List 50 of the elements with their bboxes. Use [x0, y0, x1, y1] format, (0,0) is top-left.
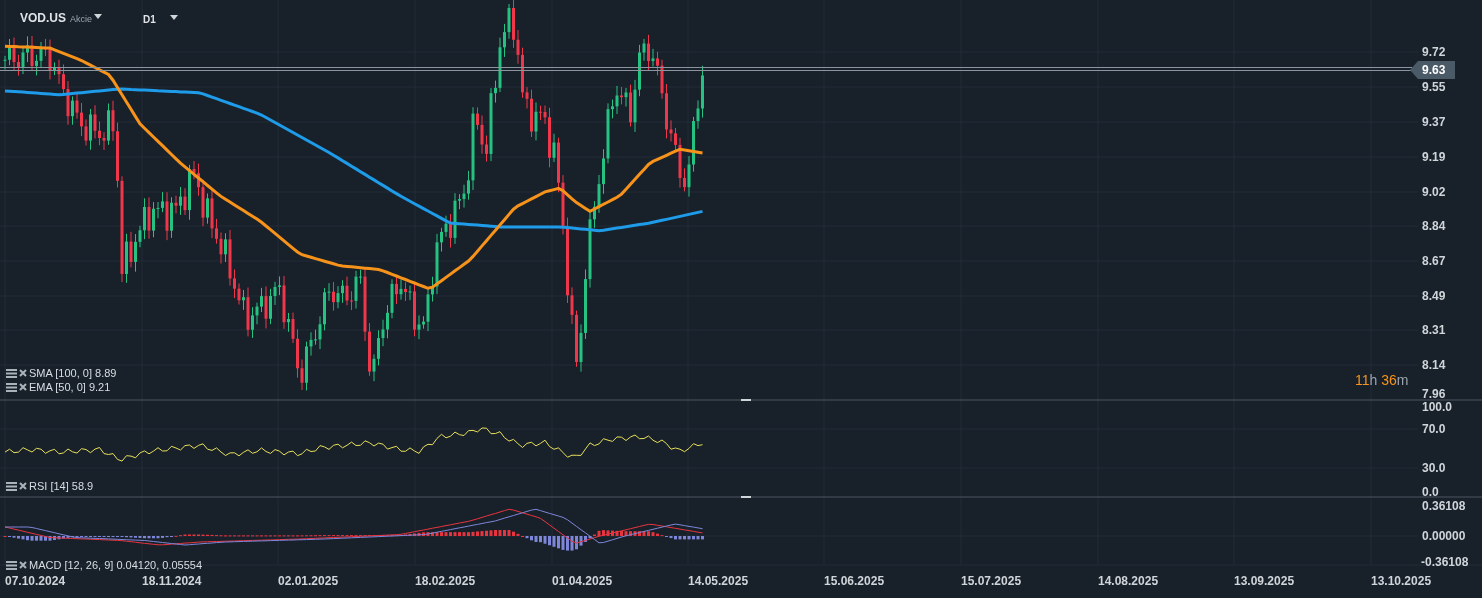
rsi-axis-label: 70.0	[1422, 422, 1446, 436]
symbol-type: Akcie	[70, 14, 93, 24]
date-axis-label: 15.06.2025	[824, 574, 885, 588]
price-axis-label: 8.67	[1422, 254, 1446, 268]
macd-axis-label: 0.36108	[1422, 499, 1466, 513]
close-icon[interactable]	[19, 383, 27, 391]
panel-resize-handle[interactable]	[741, 496, 751, 498]
date-axis-label: 02.01.2025	[278, 574, 339, 588]
current-price-tag: 9.63	[1410, 61, 1456, 79]
menu-icon[interactable]	[6, 382, 17, 392]
price-axis-label: 8.49	[1422, 289, 1446, 303]
date-axis-label: 07.10.2024	[5, 574, 66, 588]
close-icon[interactable]	[19, 482, 27, 490]
rsi-axis-label: 0.0	[1422, 485, 1439, 499]
price-axis-label: 7.96	[1422, 387, 1446, 401]
close-icon[interactable]	[19, 561, 27, 569]
price-axis-label: 8.84	[1422, 219, 1446, 233]
price-axis-label: 9.55	[1422, 80, 1446, 94]
date-axis-label: 13.09.2025	[1234, 574, 1295, 588]
menu-icon[interactable]	[6, 560, 17, 570]
indicator-legend: EMA [50, 0] 9.21	[29, 381, 111, 393]
price-axis-label: 9.37	[1422, 115, 1446, 129]
symbol-name[interactable]: VOD.US	[20, 11, 66, 25]
date-axis-label: 01.04.2025	[552, 574, 613, 588]
macd-axis-label: -0.36108	[1421, 555, 1469, 569]
price-axis-label: 8.31	[1422, 323, 1446, 337]
price-axis-label: 9.19	[1422, 150, 1446, 164]
date-axis-label: 18.11.2024	[142, 574, 202, 588]
date-axis-label: 14.08.2025	[1098, 574, 1159, 588]
date-axis-label: 18.02.2025	[415, 574, 476, 588]
rsi-legend: RSI [14] 58.9	[29, 480, 94, 492]
price-axis-label: 9.02	[1422, 185, 1446, 199]
price-axis-label: 8.14	[1422, 358, 1446, 372]
macd-legend: MACD [12, 26, 9] 0.04120, 0.05554	[29, 559, 203, 571]
date-axis-label: 15.07.2025	[961, 574, 1022, 588]
timeframe-selector[interactable]: D1	[143, 14, 156, 25]
rsi-axis-label: 30.0	[1422, 461, 1446, 475]
close-icon[interactable]	[19, 369, 27, 377]
dropdown-caret-icon[interactable]	[94, 14, 102, 19]
date-axis-label: 13.10.2025	[1371, 574, 1432, 588]
price-axis-label: 9.72	[1422, 45, 1446, 59]
indicator-legend: SMA [100, 0] 8.89	[29, 367, 117, 379]
panel-resize-handle[interactable]	[741, 399, 751, 401]
candle-countdown: 11h 36m	[1355, 372, 1409, 388]
rsi-axis-label: 100.0	[1422, 400, 1453, 414]
date-axis-label: 14.05.2025	[688, 574, 749, 588]
dropdown-caret-icon[interactable]	[170, 15, 178, 20]
macd-axis-label: 0.00000	[1422, 529, 1466, 543]
menu-icon[interactable]	[6, 368, 17, 378]
menu-icon[interactable]	[6, 481, 17, 491]
